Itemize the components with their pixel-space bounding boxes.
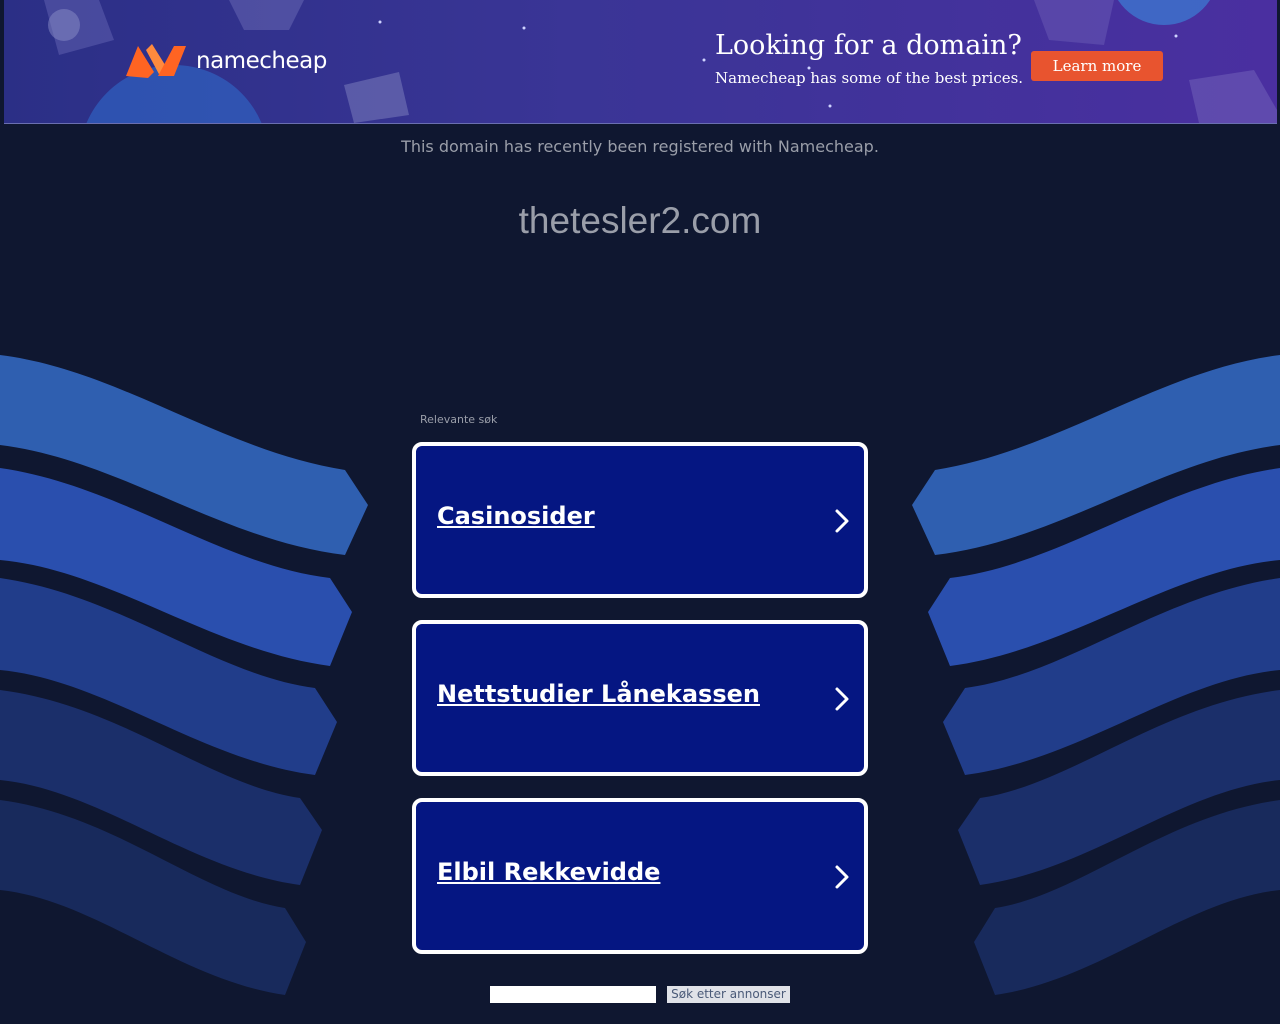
- namecheap-logo[interactable]: namecheap: [124, 42, 327, 80]
- registration-notice: This domain has recently been registered…: [401, 137, 879, 156]
- chevron-right-icon: [835, 687, 849, 711]
- related-link-elbil[interactable]: Elbil Rekkevidde: [412, 798, 868, 954]
- namecheap-banner[interactable]: namecheap Looking for a domain? Namechea…: [4, 0, 1277, 124]
- logo-text: namecheap: [196, 48, 327, 74]
- related-link-label: Nettstudier Lånekassen: [437, 680, 760, 708]
- promo-title: Looking for a domain?: [715, 30, 1022, 61]
- related-link-nettstudier[interactable]: Nettstudier Lånekassen: [412, 620, 868, 776]
- learn-more-button[interactable]: Learn more: [1031, 51, 1163, 81]
- related-link-label: Elbil Rekkevidde: [437, 858, 661, 886]
- promo-subtitle: Namecheap has some of the best prices.: [715, 69, 1024, 87]
- page: namecheap Looking for a domain? Namechea…: [0, 0, 1280, 1024]
- chevron-right-icon: [835, 509, 849, 533]
- related-searches-label: Relevante søk: [420, 413, 498, 426]
- related-link-label: Casinosider: [437, 502, 595, 530]
- ad-search-button[interactable]: Søk etter annonser: [667, 986, 790, 1003]
- domain-name: thetesler2.com: [518, 200, 762, 241]
- namecheap-n-icon: [126, 44, 186, 78]
- related-link-casinosider[interactable]: Casinosider: [412, 442, 868, 598]
- ad-search-input[interactable]: [490, 986, 656, 1003]
- chevron-right-icon: [835, 865, 849, 889]
